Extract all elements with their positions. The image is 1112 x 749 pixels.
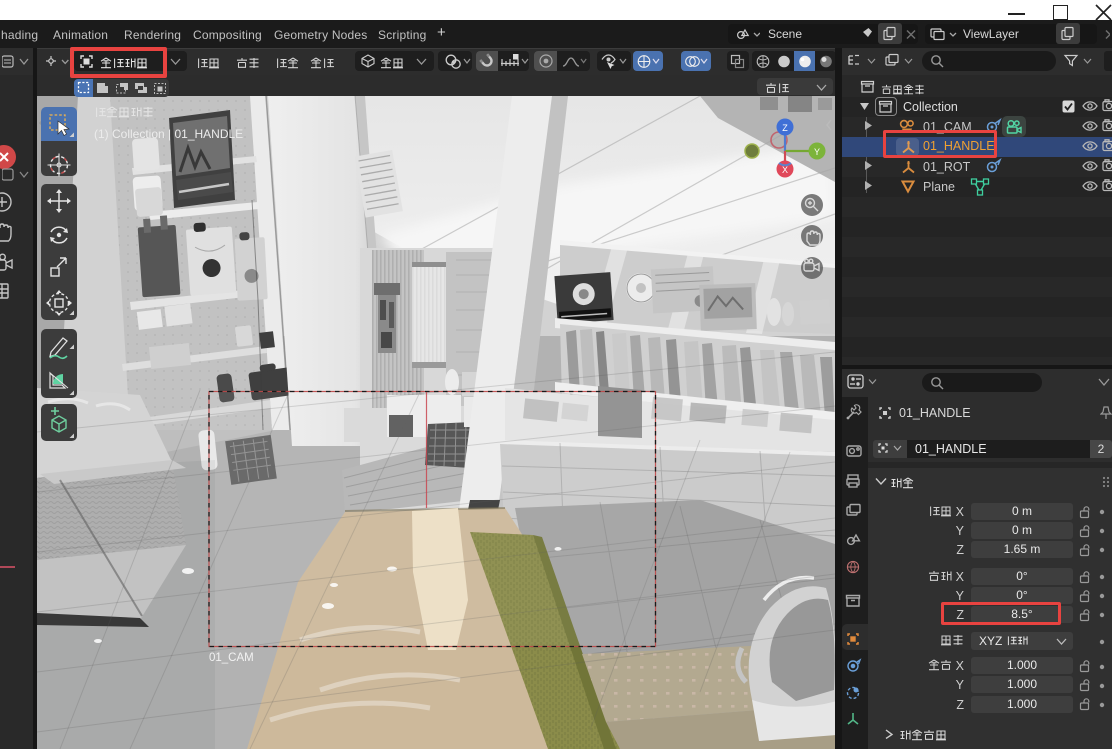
svg-text:X: X	[782, 165, 788, 175]
svg-text:Z: Z	[782, 123, 788, 133]
svg-text:Y: Y	[814, 147, 820, 157]
svg-text:01_CAM: 01_CAM	[209, 652, 254, 664]
svg-text:(1) Collection | 01_HANDLE: (1) Collection | 01_HANDLE	[94, 127, 243, 141]
